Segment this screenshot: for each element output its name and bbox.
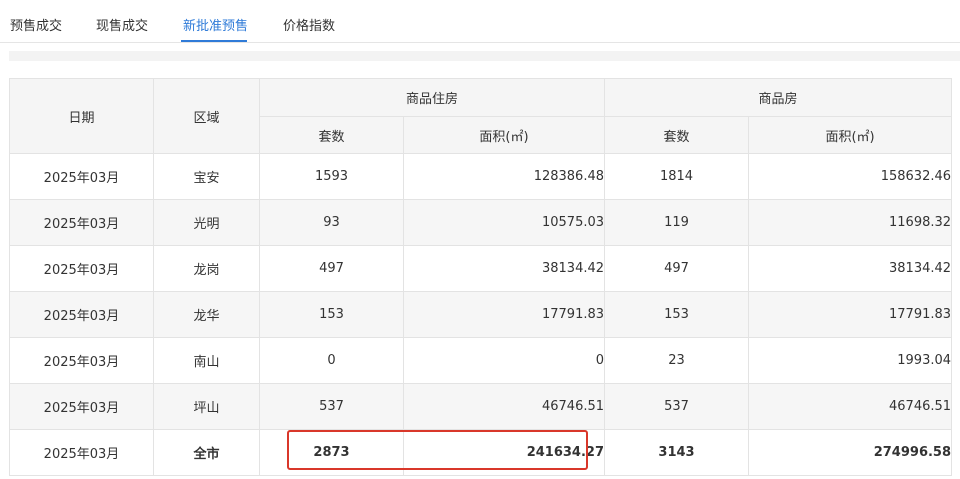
cell-all-area: 274996.58 [748, 429, 953, 476]
presale-table: 日期 区域 商品住房 商品房 套数 面积(㎡) 套数 面积(㎡) 2025年03… [9, 78, 953, 476]
cell-all-area: 11698.32 [748, 199, 953, 246]
cell-date: 2025年03月 [9, 291, 154, 338]
table-row: 2025年03月 龙岗 497 38134.42 497 38134.42 [9, 245, 953, 292]
cell-date: 2025年03月 [9, 383, 154, 430]
cell-district: 全市 [153, 429, 260, 476]
cell-all-area: 158632.46 [748, 153, 953, 200]
cell-res-area: 17791.83 [402, 291, 606, 338]
cell-res-area: 10575.03 [402, 199, 606, 246]
cell-res-units: 0 [259, 337, 404, 384]
cell-all-units: 1814 [604, 153, 750, 200]
cell-res-area: 0 [402, 337, 606, 384]
header-group-commercial: 商品房 [604, 78, 953, 117]
table-row: 2025年03月 光明 93 10575.03 119 11698.32 [9, 199, 953, 246]
cell-district: 坪山 [153, 383, 260, 430]
cell-res-units: 537 [259, 383, 404, 430]
header-date: 日期 [9, 78, 154, 154]
cell-res-units: 1593 [259, 153, 404, 200]
cell-all-units: 3143 [604, 429, 750, 476]
tab-new-approved-presale[interactable]: 新批准预售 [183, 15, 248, 34]
cell-res-area: 128386.48 [402, 153, 606, 200]
header-district: 区域 [153, 78, 260, 154]
cell-date: 2025年03月 [9, 245, 154, 292]
tab-presale-deals[interactable]: 预售成交 [10, 15, 62, 34]
header-group-residential: 商品住房 [258, 78, 606, 117]
tab-spot-sale-deals[interactable]: 现售成交 [96, 15, 148, 34]
filter-bar-strip [9, 51, 960, 61]
header-all-area: 面积(㎡) [748, 116, 953, 154]
cell-date: 2025年03月 [9, 199, 154, 246]
tab-price-index[interactable]: 价格指数 [283, 15, 335, 34]
table-row: 2025年03月 坪山 537 46746.51 537 46746.51 [9, 383, 953, 430]
cell-res-area: 38134.42 [402, 245, 606, 292]
cell-all-units: 537 [604, 383, 750, 430]
header-row-top: 日期 区域 商品住房 商品房 [9, 78, 953, 154]
header-res-area: 面积(㎡) [402, 116, 606, 154]
cell-all-units: 119 [604, 199, 750, 246]
cell-all-units: 23 [604, 337, 750, 384]
cell-all-area: 17791.83 [748, 291, 953, 338]
cell-district: 光明 [153, 199, 260, 246]
cell-district: 龙华 [153, 291, 260, 338]
cell-all-area: 38134.42 [748, 245, 953, 292]
header-res-units: 套数 [259, 116, 404, 154]
tab-bar: 预售成交 现售成交 新批准预售 价格指数 [0, 0, 960, 43]
highlight-box [287, 430, 588, 470]
cell-date: 2025年03月 [9, 429, 154, 476]
cell-res-units: 497 [259, 245, 404, 292]
cell-res-units: 153 [259, 291, 404, 338]
cell-district: 南山 [153, 337, 260, 384]
cell-district: 龙岗 [153, 245, 260, 292]
cell-res-units: 93 [259, 199, 404, 246]
cell-res-area: 46746.51 [402, 383, 606, 430]
table-row: 2025年03月 龙华 153 17791.83 153 17791.83 [9, 291, 953, 338]
cell-all-area: 1993.04 [748, 337, 953, 384]
header-all-units: 套数 [604, 116, 750, 154]
table-row: 2025年03月 南山 0 0 23 1993.04 [9, 337, 953, 384]
cell-district: 宝安 [153, 153, 260, 200]
cell-date: 2025年03月 [9, 337, 154, 384]
active-tab-indicator [181, 40, 247, 42]
table-row: 2025年03月 宝安 1593 128386.48 1814 158632.4… [9, 153, 953, 200]
cell-all-units: 153 [604, 291, 750, 338]
cell-all-area: 46746.51 [748, 383, 953, 430]
cell-all-units: 497 [604, 245, 750, 292]
cell-date: 2025年03月 [9, 153, 154, 200]
